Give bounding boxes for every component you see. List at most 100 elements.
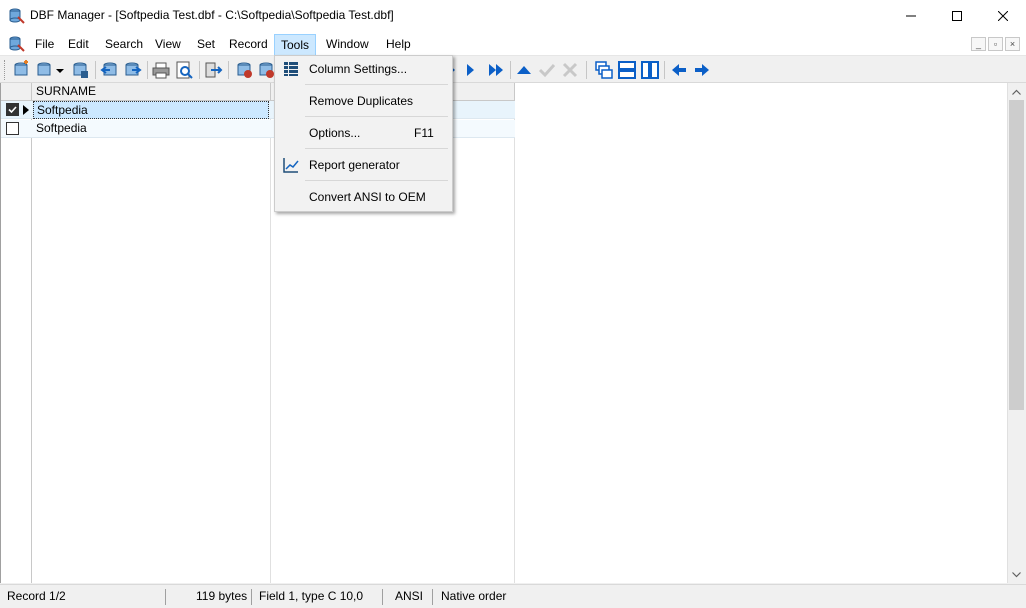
insert-record-icon[interactable] bbox=[514, 60, 534, 80]
column-grid-icon bbox=[284, 62, 298, 76]
menu-item-label: Convert ANSI to OEM bbox=[309, 190, 426, 204]
cell-surname[interactable]: Softpedia bbox=[33, 101, 269, 119]
status-separator bbox=[251, 589, 252, 605]
toolbar-separator bbox=[664, 61, 665, 79]
scroll-up-button[interactable] bbox=[1008, 83, 1025, 100]
menu-tools[interactable]: Tools bbox=[274, 34, 317, 56]
minimize-button[interactable] bbox=[888, 0, 934, 32]
toolbar-separator bbox=[147, 61, 148, 79]
toolbar-separator bbox=[95, 61, 96, 79]
menu-item-report-generator[interactable]: Report generator bbox=[277, 153, 450, 177]
menu-record[interactable]: Record bbox=[223, 34, 274, 56]
open-database-icon[interactable] bbox=[34, 60, 54, 80]
menu-item-label: Column Settings... bbox=[309, 62, 408, 76]
mdi-restore-button[interactable]: ▫ bbox=[988, 37, 1003, 51]
status-separator bbox=[432, 589, 433, 605]
column-divider bbox=[514, 101, 515, 583]
next-page-icon[interactable] bbox=[463, 60, 479, 80]
exit-icon[interactable] bbox=[203, 60, 223, 80]
column-header-surname[interactable]: SURNAME bbox=[32, 83, 271, 101]
status-record: Record 1/2 bbox=[7, 589, 66, 603]
maximize-icon bbox=[952, 11, 962, 21]
report-chart-icon bbox=[283, 158, 299, 173]
check-icon bbox=[8, 106, 17, 114]
tile-horizontal-icon[interactable] bbox=[617, 60, 637, 80]
menu-item-options[interactable]: Options... F11 bbox=[277, 121, 450, 145]
document-database-icon[interactable] bbox=[8, 35, 26, 53]
menu-bar: File Edit Search View Set Record Tools W… bbox=[0, 32, 1026, 56]
pack-database-icon[interactable] bbox=[234, 60, 254, 80]
chevron-down-icon bbox=[1012, 571, 1021, 577]
grid-corner-header bbox=[1, 83, 32, 101]
maximize-button[interactable] bbox=[934, 0, 980, 32]
menu-item-column-settings[interactable]: Column Settings... bbox=[277, 57, 450, 81]
menu-search[interactable]: Search bbox=[99, 34, 149, 56]
chevron-up-icon bbox=[1012, 89, 1021, 95]
menu-item-label: Remove Duplicates bbox=[309, 94, 414, 108]
status-bar: Record 1/2 119 bytes Field 1, type C 10,… bbox=[0, 584, 1026, 608]
scroll-down-button[interactable] bbox=[1008, 566, 1025, 583]
export-icon[interactable] bbox=[122, 60, 142, 80]
menu-file[interactable]: File bbox=[29, 34, 60, 56]
menu-set[interactable]: Set bbox=[191, 34, 221, 56]
vertical-scrollbar[interactable] bbox=[1007, 83, 1024, 583]
import-icon[interactable] bbox=[100, 60, 120, 80]
next-window-icon[interactable] bbox=[692, 60, 712, 80]
close-button[interactable] bbox=[980, 0, 1026, 32]
menu-item-shortcut: F11 bbox=[414, 126, 434, 140]
menu-separator bbox=[305, 148, 448, 149]
menu-help[interactable]: Help bbox=[380, 34, 417, 56]
new-database-icon[interactable] bbox=[11, 60, 31, 80]
cell-surname[interactable]: Softpedia bbox=[33, 120, 269, 138]
app-database-icon bbox=[9, 8, 25, 24]
window-title: DBF Manager - [Softpedia Test.dbf - C:\S… bbox=[30, 8, 394, 22]
mdi-minimize-button[interactable]: _ bbox=[971, 37, 986, 51]
toolbar-separator bbox=[510, 61, 511, 79]
current-row-pointer-icon bbox=[23, 105, 29, 115]
menu-item-convert-ansi-oem[interactable]: Convert ANSI to OEM bbox=[277, 185, 450, 209]
row-checkbox[interactable] bbox=[6, 103, 19, 116]
toolbar-separator bbox=[199, 61, 200, 79]
cascade-windows-icon[interactable] bbox=[594, 60, 614, 80]
dropdown-arrow-icon[interactable] bbox=[54, 60, 66, 80]
menu-separator bbox=[305, 84, 448, 85]
row-checkbox[interactable] bbox=[6, 122, 19, 135]
menu-separator bbox=[305, 180, 448, 181]
menu-window[interactable]: Window bbox=[320, 34, 375, 56]
status-order: Native order bbox=[441, 589, 507, 603]
column-divider bbox=[270, 101, 271, 583]
print-icon[interactable] bbox=[151, 60, 171, 80]
last-record-icon[interactable] bbox=[486, 60, 506, 80]
status-separator bbox=[165, 589, 166, 605]
mdi-controls: _ ▫ × bbox=[971, 37, 1020, 51]
scroll-thumb[interactable] bbox=[1009, 100, 1024, 410]
minimize-icon bbox=[906, 15, 916, 17]
tile-vertical-icon[interactable] bbox=[640, 60, 660, 80]
toolbar-grip[interactable] bbox=[4, 60, 7, 80]
mdi-close-button[interactable]: × bbox=[1005, 37, 1020, 51]
status-encoding: ANSI bbox=[395, 589, 424, 603]
menu-item-label: Options... bbox=[309, 126, 361, 140]
row-indicator-column bbox=[1, 83, 32, 583]
print-preview-icon[interactable] bbox=[174, 60, 194, 80]
status-separator bbox=[382, 589, 383, 605]
menu-edit[interactable]: Edit bbox=[62, 34, 95, 56]
zap-database-icon[interactable] bbox=[256, 60, 276, 80]
toolbar bbox=[0, 57, 1026, 83]
previous-window-icon[interactable] bbox=[669, 60, 689, 80]
title-bar: DBF Manager - [Softpedia Test.dbf - C:\S… bbox=[0, 0, 1026, 32]
status-size: 119 bytes bbox=[196, 589, 248, 603]
status-field: Field 1, type C 10,0 bbox=[259, 589, 364, 603]
tools-menu: Column Settings... Remove Duplicates Opt… bbox=[274, 55, 453, 212]
toolbar-separator bbox=[228, 61, 229, 79]
post-edit-icon bbox=[538, 63, 556, 78]
data-grid[interactable]: SURNAME Softpedia Softpedia bbox=[0, 83, 1024, 583]
save-database-icon[interactable] bbox=[70, 60, 90, 80]
menu-item-remove-duplicates[interactable]: Remove Duplicates bbox=[277, 89, 450, 113]
menu-item-label: Report generator bbox=[309, 158, 400, 172]
close-icon bbox=[998, 11, 1008, 21]
cancel-edit-icon bbox=[562, 62, 578, 78]
toolbar-separator bbox=[586, 61, 587, 79]
menu-separator bbox=[305, 116, 448, 117]
menu-view[interactable]: View bbox=[149, 34, 187, 56]
